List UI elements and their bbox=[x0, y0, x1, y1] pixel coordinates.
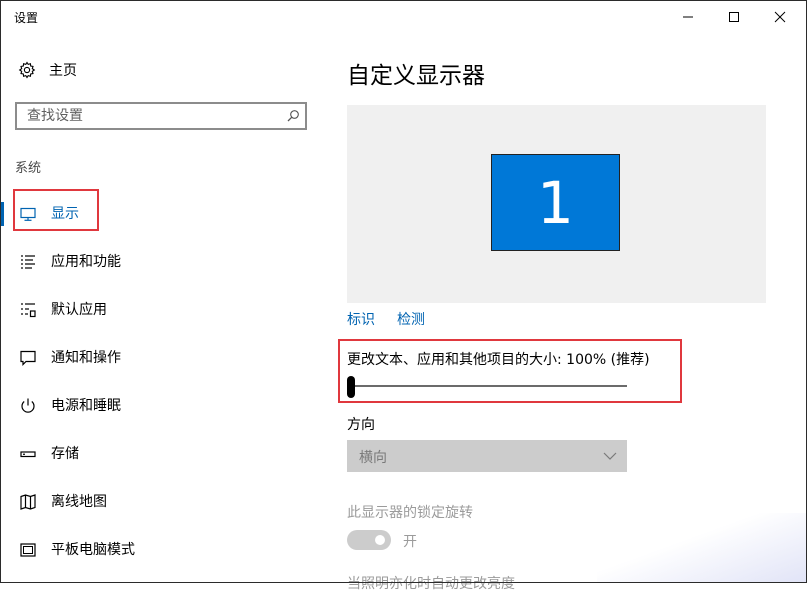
sidebar-item-label: 默认应用 bbox=[51, 302, 107, 318]
sidebar-item-notifications[interactable]: 通知和操作 bbox=[0, 336, 320, 380]
orientation-dropdown[interactable]: 横向 bbox=[347, 440, 627, 472]
search-box[interactable] bbox=[15, 102, 307, 130]
corner-glow bbox=[597, 513, 807, 583]
sidebar-item-tablet-mode[interactable]: 平板电脑模式 bbox=[0, 528, 320, 572]
storage-icon bbox=[20, 451, 36, 458]
power-icon bbox=[21, 398, 35, 413]
monitor-icon bbox=[20, 207, 36, 221]
notification-icon bbox=[20, 350, 36, 366]
title-bar: 设置 bbox=[0, 0, 807, 34]
chevron-down-icon bbox=[603, 452, 617, 460]
slider-track bbox=[347, 385, 627, 387]
minimize-icon bbox=[683, 16, 693, 18]
sidebar-item-label: 存储 bbox=[51, 446, 79, 462]
maximize-icon bbox=[729, 12, 739, 22]
sidebar-item-power-sleep[interactable]: 电源和睡眠 bbox=[0, 384, 320, 428]
sidebar-item-apps-features[interactable]: 应用和功能 bbox=[0, 240, 320, 284]
maximize-button[interactable] bbox=[711, 0, 757, 34]
sidebar-item-label: 通知和操作 bbox=[51, 350, 121, 366]
monitor-tile[interactable]: 1 bbox=[491, 154, 620, 251]
close-button[interactable] bbox=[757, 0, 803, 34]
tablet-icon bbox=[20, 543, 36, 557]
active-indicator bbox=[0, 202, 4, 226]
minimize-button[interactable] bbox=[665, 0, 711, 34]
search-icon[interactable] bbox=[286, 109, 300, 123]
app-list-icon bbox=[21, 255, 35, 269]
monitor-number: 1 bbox=[537, 168, 574, 237]
sidebar-item-label: 电源和睡眠 bbox=[51, 398, 121, 414]
search-input[interactable] bbox=[17, 104, 277, 128]
sidebar-item-storage[interactable]: 存储 bbox=[0, 432, 320, 476]
map-icon bbox=[20, 494, 36, 510]
sidebar-item-label: 离线地图 bbox=[51, 494, 107, 510]
sidebar-item-label: 显示 bbox=[51, 206, 79, 222]
sidebar-item-offline-maps[interactable]: 离线地图 bbox=[0, 480, 320, 524]
rotation-lock-label: 此显示器的锁定旋转 bbox=[347, 505, 473, 521]
auto-brightness-label: 当照明亦化时自动更改亮度 bbox=[347, 576, 515, 592]
page-title: 自定义显示器 bbox=[347, 63, 485, 89]
orientation-label: 方向 bbox=[347, 417, 375, 433]
rotation-lock-toggle[interactable] bbox=[347, 530, 391, 550]
section-label: 系统 bbox=[15, 161, 42, 176]
window-title: 设置 bbox=[14, 11, 39, 25]
slider-thumb[interactable] bbox=[347, 376, 355, 398]
toggle-knob bbox=[375, 535, 385, 545]
scale-slider[interactable] bbox=[347, 376, 627, 398]
default-apps-icon bbox=[21, 303, 36, 318]
orientation-value: 横向 bbox=[359, 450, 387, 466]
identify-link[interactable]: 标识 bbox=[347, 309, 375, 329]
sidebar-item-default-apps[interactable]: 默认应用 bbox=[0, 288, 320, 332]
home-nav-item[interactable]: 主页 bbox=[18, 58, 77, 82]
sidebar-item-label: 应用和功能 bbox=[51, 254, 121, 270]
display-preview: 1 bbox=[347, 105, 766, 303]
scale-label: 更改文本、应用和其他项目的大小: 100% (推荐) bbox=[347, 352, 650, 368]
gear-icon bbox=[18, 61, 36, 79]
sidebar-item-display[interactable]: 显示 bbox=[0, 192, 320, 236]
sidebar-item-label: 平板电脑模式 bbox=[51, 542, 135, 558]
close-icon bbox=[774, 11, 786, 23]
detect-link[interactable]: 检测 bbox=[397, 309, 425, 329]
home-label: 主页 bbox=[49, 63, 77, 79]
toggle-state-label: 开 bbox=[403, 534, 417, 550]
